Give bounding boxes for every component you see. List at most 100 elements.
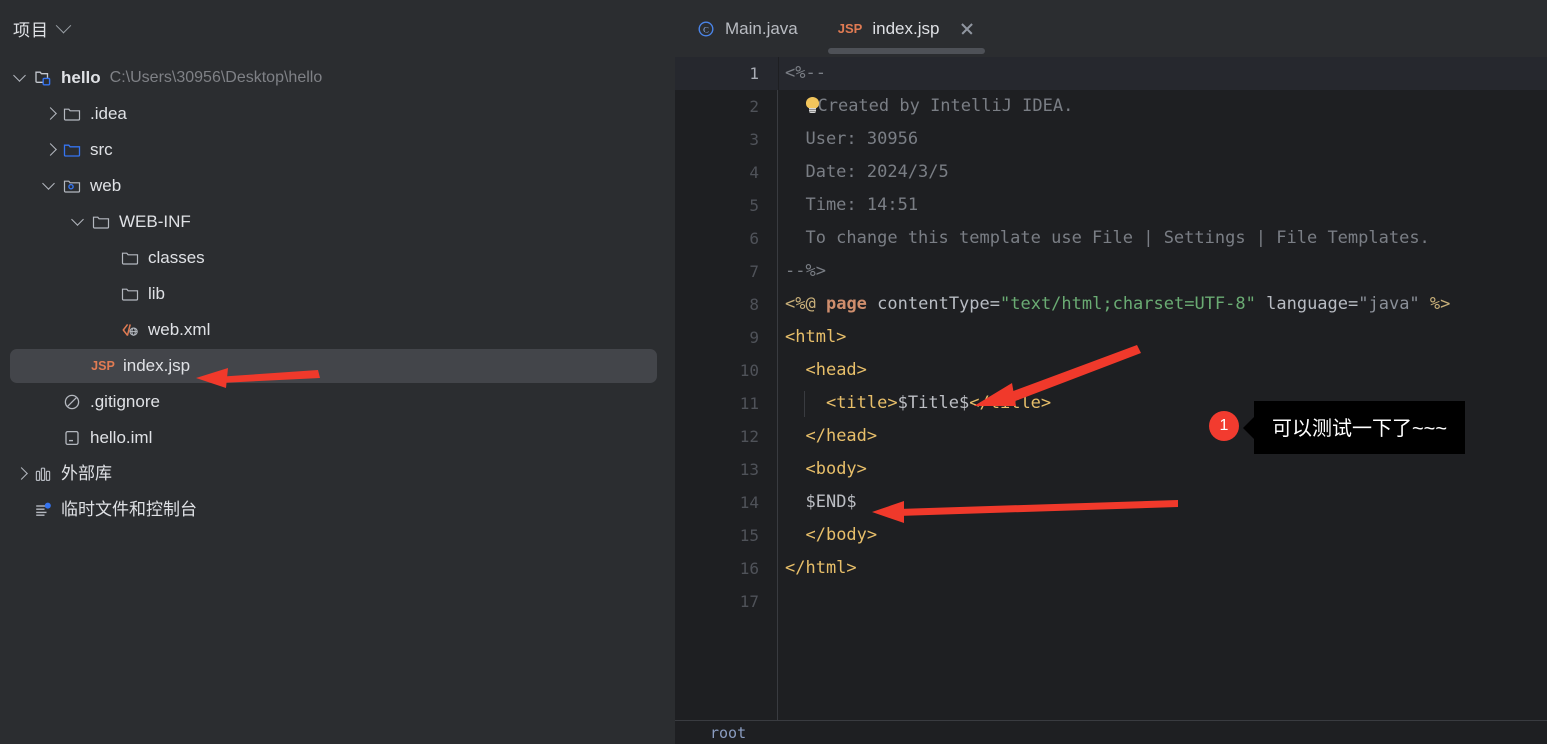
line-number: 6 <box>749 229 759 248</box>
library-icon <box>32 464 54 484</box>
tree-item-label: classes <box>148 248 205 267</box>
code-line-15[interactable]: </body> <box>779 519 1547 552</box>
project-tree[interactable]: hello C:\Users\30956\Desktop\hello .idea sr… <box>0 56 675 528</box>
line-number: 14 <box>739 493 759 512</box>
line-number: 12 <box>739 427 759 446</box>
line-number: 7 <box>749 262 759 281</box>
tree-item-label: index.jsp <box>123 356 191 375</box>
line-number: 3 <box>749 130 759 149</box>
line-number: 16 <box>739 559 759 578</box>
ide-window: 项目 hello C:\Users\30956\Desktop\hello .ide… <box>0 0 1547 744</box>
tree-item-indexjsp[interactable]: JSP index.jsp <box>0 348 675 384</box>
code-line-8[interactable]: <%@ page contentType="text/html;charset=… <box>779 288 1547 321</box>
code-line-3[interactable]: User: 30956 <box>779 123 1547 156</box>
module-folder-icon <box>32 68 54 88</box>
gitignore-file-icon <box>61 392 83 412</box>
close-icon[interactable] <box>959 21 975 37</box>
chevron-right-icon[interactable] <box>43 142 59 158</box>
tree-item-label: hello.iml <box>90 428 153 447</box>
source-folder-icon <box>61 140 83 160</box>
tree-item-extlibs[interactable]: 外部库 <box>0 456 675 492</box>
tree-item-webinf[interactable]: WEB-INF <box>0 204 675 240</box>
tree-item-idea[interactable]: .idea <box>0 96 675 132</box>
code-line-10[interactable]: <head> <box>779 354 1547 387</box>
code-line-12[interactable]: </head> <box>779 420 1547 453</box>
chevron-right-icon[interactable] <box>14 466 30 482</box>
tree-item-classes[interactable]: classes <box>0 240 675 276</box>
tree-item-web[interactable]: web <box>0 168 675 204</box>
code-line-9[interactable]: <html> <box>779 321 1547 354</box>
tree-item-label: .gitignore <box>90 392 160 411</box>
code-line-1[interactable]: <%-- <box>779 57 1547 90</box>
line-number: 9 <box>749 328 759 347</box>
line-number: 17 <box>739 592 759 611</box>
code-editor[interactable]: 1 2 3 4 5 6 7 8 9 10 11 12 13 14 15 16 17 <%-- Created b… <box>675 57 1547 720</box>
tree-item-label: 临时文件和控制台 <box>61 500 197 519</box>
code-line-6[interactable]: To change this template use File | Setti… <box>779 222 1547 255</box>
jsp-file-icon: JSP <box>837 21 863 36</box>
editor-tab-main-java[interactable]: C Main.java <box>675 0 818 57</box>
editor-area: C Main.java JSP index.jsp 1 2 3 4 5 6 7 8 9 10 11 12 13… <box>675 0 1547 744</box>
code-line-14[interactable]: $END$ <box>779 486 1547 519</box>
tree-item-label: web.xml <box>148 320 211 339</box>
folder-icon <box>90 212 112 232</box>
code-content[interactable]: <%-- Created by IntelliJ IDEA. User: 309… <box>779 57 1547 720</box>
editor-tab-index-jsp[interactable]: JSP index.jsp <box>818 0 996 57</box>
code-line-17[interactable] <box>779 585 1547 618</box>
tree-item-src[interactable]: src <box>0 132 675 168</box>
web-folder-icon <box>61 176 83 196</box>
chevron-down-icon[interactable] <box>43 178 59 194</box>
project-tool-window: 项目 hello C:\Users\30956\Desktop\hello .ide… <box>0 0 675 744</box>
editor-tab-bar[interactable]: C Main.java JSP index.jsp <box>675 0 1547 57</box>
tree-item-gitignore[interactable]: .gitignore <box>0 384 675 420</box>
tree-item-label: src <box>90 140 113 159</box>
java-class-icon: C <box>697 20 715 38</box>
code-line-13[interactable]: <body> <box>779 453 1547 486</box>
folder-icon <box>61 104 83 124</box>
tree-item-label: 外部库 <box>61 464 112 483</box>
svg-text:C: C <box>703 24 709 34</box>
tree-item-path: C:\Users\30956\Desktop\hello <box>109 69 323 86</box>
code-line-16[interactable]: </html> <box>779 552 1547 585</box>
tree-item-scratches[interactable]: 临时文件和控制台 <box>0 492 675 528</box>
scratches-icon <box>32 500 54 520</box>
tree-item-helloiml[interactable]: hello.iml <box>0 420 675 456</box>
indent-guide <box>804 391 805 417</box>
tree-item-webxml[interactable]: web.xml <box>0 312 675 348</box>
folder-icon <box>119 284 141 304</box>
tree-item-lib[interactable]: lib <box>0 276 675 312</box>
line-number: 2 <box>749 97 759 116</box>
panel-title: 项目 <box>13 20 49 40</box>
line-number: 8 <box>749 295 759 314</box>
line-number: 4 <box>749 163 759 182</box>
breadcrumb-item-root[interactable]: root <box>710 724 746 742</box>
code-line-2[interactable]: Created by IntelliJ IDEA. <box>779 90 1547 123</box>
chevron-down-icon[interactable] <box>72 214 88 230</box>
code-line-4[interactable]: Date: 2024/3/5 <box>779 156 1547 189</box>
editor-gutter[interactable]: 1 2 3 4 5 6 7 8 9 10 11 12 13 14 15 16 17 <box>675 57 778 720</box>
code-line-7[interactable]: --%> <box>779 255 1547 288</box>
line-number: 10 <box>739 361 759 380</box>
intention-bulb-icon[interactable] <box>805 97 820 114</box>
iml-file-icon <box>61 428 83 448</box>
xml-file-icon <box>119 320 141 340</box>
tree-item-label: hello <box>61 68 101 87</box>
tree-item-label: lib <box>148 284 166 303</box>
breadcrumb[interactable]: root <box>675 720 1547 744</box>
chevron-down-icon[interactable] <box>14 70 30 86</box>
line-number: 11 <box>739 394 759 413</box>
tree-item-hello[interactable]: hello C:\Users\30956\Desktop\hello <box>0 60 675 96</box>
chevron-right-icon[interactable] <box>43 106 59 122</box>
code-line-11[interactable]: <title>$Title$</title> <box>779 387 1547 420</box>
project-panel-header[interactable]: 项目 <box>0 0 675 56</box>
code-line-5[interactable]: Time: 14:51 <box>779 189 1547 222</box>
jsp-file-icon: JSP <box>91 359 115 373</box>
chevron-down-icon[interactable] <box>55 17 72 33</box>
